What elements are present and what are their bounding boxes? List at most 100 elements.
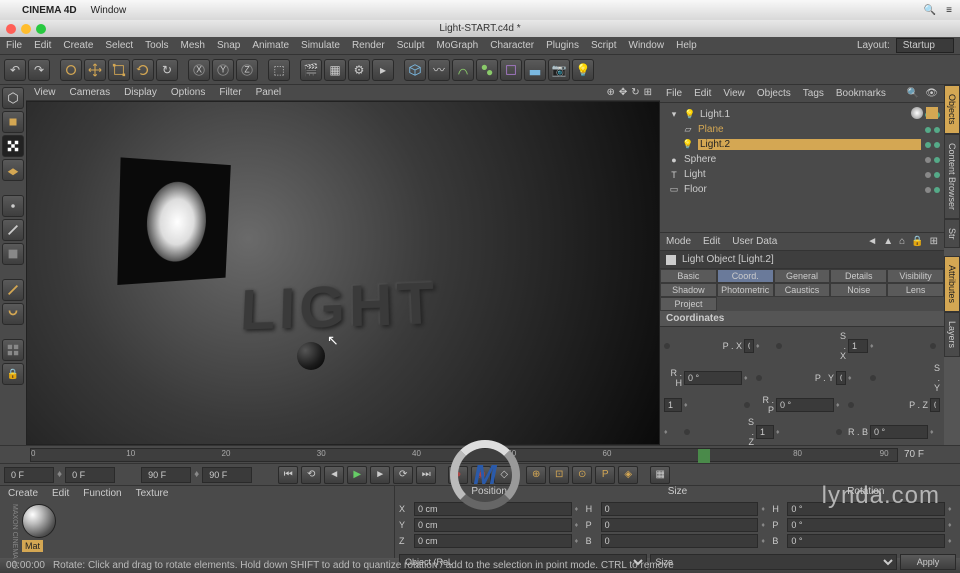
tab-lens[interactable]: Lens [887,283,944,297]
obj-file-menu[interactable]: File [666,88,682,99]
y-axis-button[interactable]: Y [212,59,234,81]
texture-mode-button[interactable] [2,135,24,157]
goto-start-button[interactable]: ⏮ [278,466,298,484]
play-button[interactable]: ▶ [347,466,367,484]
nav-home-icon[interactable]: ⌂ [899,236,905,247]
point-mode-button[interactable] [2,195,24,217]
snap-button[interactable] [2,303,24,325]
mat-create-menu[interactable]: Create [8,488,38,499]
keyframe-dot[interactable] [848,402,854,408]
size-x-field[interactable] [601,502,759,516]
attr-userdata-menu[interactable]: User Data [732,236,777,247]
render-queue-button[interactable]: ▸ [372,59,394,81]
vp-nav-icon[interactable]: ⊞ [644,87,652,98]
tab-coord[interactable]: Coord. [717,269,774,283]
nurbs-button[interactable] [452,59,474,81]
menu-icon[interactable]: ≡ [946,5,952,16]
obj-edit-menu[interactable]: Edit [694,88,711,99]
dock-tab-content[interactable]: Content Browser [944,134,960,219]
vp-panel-menu[interactable]: Panel [256,87,282,98]
keyframe-dot[interactable] [836,429,842,435]
tree-item-label[interactable]: Floor [684,184,921,195]
size-mode-select[interactable]: Size [650,554,898,570]
generator-button[interactable] [476,59,498,81]
menu-snap[interactable]: Snap [217,40,240,51]
key-pla-button[interactable]: ◈ [618,466,638,484]
tab-noise[interactable]: Noise [830,283,887,297]
expand-icon[interactable]: ⊞ [930,236,938,247]
keyframe-dot[interactable] [930,343,936,349]
goto-next-key-button[interactable]: ⟳ [393,466,413,484]
tab-basic[interactable]: Basic [660,269,717,283]
material-tag-icon[interactable] [911,107,923,119]
tab-general[interactable]: General [774,269,831,283]
vp-view-menu[interactable]: View [34,87,56,98]
mat-edit-menu[interactable]: Edit [52,488,69,499]
tab-visibility[interactable]: Visibility [887,269,944,283]
rot-h-input[interactable] [684,371,742,385]
keyframe-dot[interactable] [776,343,782,349]
tree-row[interactable]: 💡Light.2 [664,137,940,152]
pos-y-input[interactable] [836,371,846,385]
key-param-button[interactable]: P [595,466,615,484]
end-frame-input[interactable] [202,467,252,483]
minimize-icon[interactable] [21,24,31,34]
vp-nav-icon[interactable]: ✥ [619,87,627,98]
next-frame-button[interactable]: ► [370,466,390,484]
keyframe-dot[interactable] [756,375,762,381]
menu-animate[interactable]: Animate [252,40,289,51]
z-axis-button[interactable]: Z [236,59,258,81]
anim-mode-button[interactable]: ▦ [650,466,670,484]
lock-icon[interactable]: 🔒 [911,236,923,247]
rot-b-input[interactable] [870,425,928,439]
menu-script[interactable]: Script [591,40,617,51]
scale-z-input[interactable] [756,425,774,439]
vp-display-menu[interactable]: Display [124,87,157,98]
attr-mode-menu[interactable]: Mode [666,236,691,247]
close-icon[interactable] [6,24,16,34]
dock-tab-layers[interactable]: Layers [944,312,960,357]
start-frame-input[interactable] [4,467,54,483]
spline-button[interactable]: 〰 [428,59,450,81]
tab-project[interactable]: Project [660,297,717,311]
vp-nav-icon[interactable]: ↻ [631,87,639,98]
preview-start-input[interactable] [65,467,115,483]
locked-workplane-button[interactable]: 🔒 [2,363,24,385]
menu-edit[interactable]: Edit [34,40,51,51]
tree-item-label[interactable]: Light.1 [700,109,921,120]
light-button[interactable]: 💡 [572,59,594,81]
tree-item-label[interactable]: Plane [698,124,921,135]
menu-select[interactable]: Select [105,40,133,51]
material-name[interactable]: Mat [22,540,43,552]
search-icon[interactable]: 🔍 [907,88,919,99]
vp-nav-icon[interactable]: ⊕ [606,87,614,98]
keyframe-dot[interactable] [664,343,670,349]
menu-create[interactable]: Create [63,40,93,51]
menu-sculpt[interactable]: Sculpt [397,40,425,51]
vp-cameras-menu[interactable]: Cameras [70,87,111,98]
deformer-button[interactable] [500,59,522,81]
redo-button[interactable]: ↷ [28,59,50,81]
pos-y-field[interactable] [414,518,572,532]
rot-p-input[interactable] [776,398,834,412]
menu-render[interactable]: Render [352,40,385,51]
enable-checkbox[interactable] [666,255,676,265]
tab-caustics[interactable]: Caustics [774,283,831,297]
obj-bookmarks-menu[interactable]: Bookmarks [836,88,886,99]
tree-item-label[interactable]: Light.2 [698,139,921,150]
render-settings-button[interactable]: ⚙ [348,59,370,81]
keyframe-dot[interactable] [684,429,690,435]
attr-edit-menu[interactable]: Edit [703,236,720,247]
tree-row[interactable]: ▱Plane [664,122,940,137]
menu-tools[interactable]: Tools [145,40,168,51]
goto-end-button[interactable]: ⏭ [416,466,436,484]
cube-primitive-button[interactable] [404,59,426,81]
zoom-icon[interactable] [36,24,46,34]
pos-z-input[interactable] [930,398,940,412]
tab-details[interactable]: Details [830,269,887,283]
move-tool[interactable] [84,59,106,81]
menu-window[interactable]: Window [629,40,665,51]
rotate-tool[interactable] [132,59,154,81]
viewport-3d[interactable]: LIGHT ↖ [26,101,660,445]
apply-button[interactable]: Apply [900,554,956,570]
